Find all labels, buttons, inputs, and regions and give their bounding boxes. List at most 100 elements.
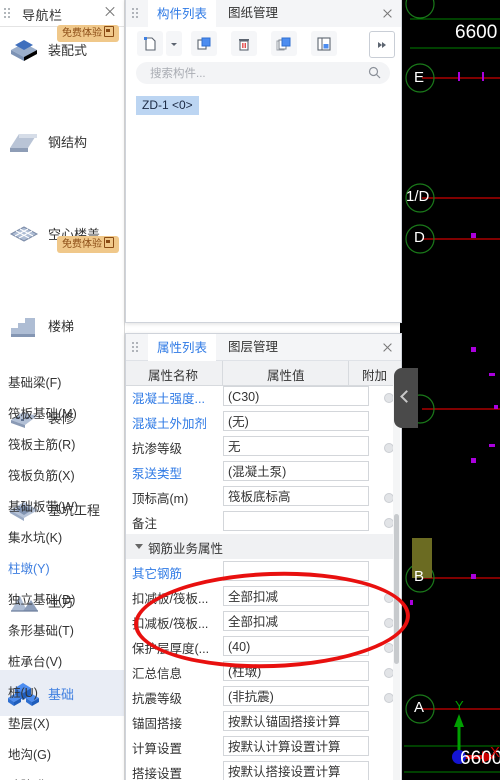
table-row[interactable]: 抗渗等级 无 bbox=[126, 434, 399, 459]
close-icon[interactable] bbox=[381, 341, 394, 354]
close-icon[interactable] bbox=[103, 5, 117, 19]
navigation-groups: 装配式 钢结构 空心楼盖 楼梯 装修 基坑工程 土方 基础 bbox=[0, 26, 124, 716]
property-value[interactable]: 全部扣减 bbox=[223, 586, 369, 606]
nav-item-brick-formwork[interactable]: 砖胎膜 bbox=[0, 771, 124, 780]
property-value[interactable]: 无 bbox=[223, 436, 369, 456]
nav-item-trench[interactable]: 地沟(G) bbox=[0, 740, 124, 771]
table-row[interactable]: 汇总信息 (柱墩) bbox=[126, 659, 399, 684]
nav-item-isolated-foundation[interactable]: 独立基础(D) bbox=[0, 585, 124, 616]
column-divider bbox=[222, 361, 223, 385]
tab-component-list[interactable]: 构件列表 bbox=[148, 0, 217, 28]
nav-item-column-pier[interactable]: 柱墩(Y) bbox=[0, 554, 124, 585]
table-row[interactable]: 混凝土强度... (C30) bbox=[126, 384, 399, 409]
tab-property-list[interactable]: 属性列表 bbox=[148, 334, 217, 362]
free-trial-badge-foundation-pit[interactable]: 免费体验 bbox=[57, 236, 119, 253]
free-trial-badge-assembly[interactable]: 免费体验 bbox=[57, 25, 119, 42]
property-value[interactable] bbox=[223, 511, 369, 531]
property-scrollbar[interactable] bbox=[393, 384, 400, 780]
table-row[interactable]: 泵送类型 (混凝土泵) bbox=[126, 459, 399, 484]
property-panel: 属性列表 图层管理 属性名称 属性值 附加 混凝土强度... (C30) 混凝土… bbox=[125, 333, 402, 780]
property-name[interactable]: 泵送类型 bbox=[132, 463, 182, 482]
new-component-button[interactable] bbox=[137, 31, 163, 56]
property-value[interactable]: (C30) bbox=[223, 386, 369, 406]
nav-group-label: 楼梯 bbox=[48, 318, 75, 334]
property-value[interactable]: 筏板底标高 bbox=[223, 486, 369, 506]
nav-item-cushion[interactable]: 垫层(X) bbox=[0, 709, 124, 740]
navigation-header: 导航栏 bbox=[0, 0, 124, 27]
drag-grip-icon bbox=[132, 8, 140, 19]
property-value[interactable]: 按默认计算设置计算 bbox=[223, 736, 369, 756]
ucs-y-label: Y bbox=[455, 698, 464, 713]
nav-item-foundation-beam[interactable]: 基础梁(F) bbox=[0, 368, 124, 399]
property-value[interactable]: 全部扣减 bbox=[223, 611, 369, 631]
table-row[interactable]: 顶标高(m) 筏板底标高 bbox=[126, 484, 399, 509]
save-image-icon bbox=[317, 36, 331, 51]
property-value[interactable]: (混凝土泵) bbox=[223, 461, 369, 481]
nav-group-label: 装配式 bbox=[48, 42, 88, 58]
nav-item-raft-foundation[interactable]: 筏板基础(M) bbox=[0, 399, 124, 430]
table-row[interactable]: 抗震等级 (非抗震) bbox=[126, 684, 399, 709]
property-value[interactable]: (40) bbox=[223, 636, 369, 656]
nav-group-stairs[interactable]: 楼梯 bbox=[0, 302, 124, 348]
table-row[interactable]: 混凝土外加剂 (无) bbox=[126, 409, 399, 434]
application-window: 6600 6600 E 1/D D B A X Y 导航栏 装配式 钢结构 空心… bbox=[0, 0, 500, 780]
table-row[interactable]: 锚固搭接 按默认锚固搭接计算 bbox=[126, 709, 399, 734]
table-row[interactable]: 搭接设置 按默认搭接设置计算 bbox=[126, 759, 399, 780]
tab-layer-management[interactable]: 图层管理 bbox=[219, 334, 287, 361]
ucs-x-label: X bbox=[490, 744, 500, 761]
property-value[interactable]: 按默认搭接设置计算 bbox=[223, 761, 369, 780]
table-row[interactable]: 备注 bbox=[126, 509, 399, 534]
component-search-box[interactable] bbox=[136, 62, 390, 86]
nav-group-steel-structure[interactable]: 钢结构 bbox=[0, 118, 124, 164]
caret-down-icon[interactable] bbox=[135, 544, 143, 549]
property-group-header[interactable]: 钢筋业务属性 bbox=[126, 534, 399, 559]
property-name[interactable]: 其它钢筋 bbox=[132, 563, 182, 582]
property-name: 顶标高(m) bbox=[132, 492, 189, 506]
delete-button[interactable] bbox=[231, 31, 257, 56]
new-component-dropdown[interactable] bbox=[166, 31, 182, 56]
table-row[interactable]: 计算设置 按默认计算设置计算 bbox=[126, 734, 399, 759]
property-value[interactable] bbox=[223, 561, 369, 581]
nav-item-pile[interactable]: 桩(U) bbox=[0, 678, 124, 709]
axis-bubble-B: B bbox=[414, 568, 425, 585]
property-name[interactable]: 混凝土外加剂 bbox=[132, 413, 207, 432]
badge-label: 免费体验 bbox=[62, 239, 102, 250]
property-value[interactable]: (无) bbox=[223, 411, 369, 431]
column-divider bbox=[348, 361, 349, 385]
property-name: 备注 bbox=[132, 517, 158, 531]
property-panel-tabs: 属性列表 图层管理 bbox=[126, 334, 401, 362]
nav-item-raft-main-rebar[interactable]: 筏板主筋(R) bbox=[0, 430, 124, 461]
chevron-down-icon bbox=[171, 42, 177, 46]
nav-item-strip-foundation[interactable]: 条形基础(T) bbox=[0, 616, 124, 647]
assembly-icon bbox=[7, 36, 41, 64]
close-icon[interactable] bbox=[381, 7, 394, 20]
panel-expand-handle[interactable] bbox=[394, 368, 418, 428]
property-name[interactable]: 混凝土强度... bbox=[132, 388, 205, 407]
nav-item-foundation-slab-band[interactable]: 基础板带(W) bbox=[0, 492, 124, 523]
property-value[interactable]: (非抗震) bbox=[223, 686, 369, 706]
navigation-item-list: 基础梁(F) 筏板基础(M) 筏板主筋(R) 筏板负筋(X) 基础板带(W) 集… bbox=[0, 368, 124, 780]
hollow-floor-icon bbox=[7, 220, 41, 248]
property-value[interactable]: 按默认锚固搭接计算 bbox=[223, 711, 369, 731]
table-row[interactable]: 扣减板/筏板... 全部扣减 bbox=[126, 609, 399, 634]
table-row[interactable]: 扣减板/筏板... 全部扣减 bbox=[126, 584, 399, 609]
group-label: 钢筋业务属性 bbox=[148, 542, 224, 556]
nav-item-pile-cap[interactable]: 桩承台(V) bbox=[0, 647, 124, 678]
axis-bubble-E: E bbox=[414, 69, 425, 86]
component-item-zd-1[interactable]: ZD-1 <0> bbox=[136, 96, 199, 115]
stairs-icon bbox=[7, 312, 41, 340]
save-component-button[interactable] bbox=[311, 31, 337, 56]
table-row[interactable]: 其它钢筋 bbox=[126, 559, 399, 584]
layer-copy-button[interactable] bbox=[271, 31, 297, 56]
nav-item-raft-negative-rebar[interactable]: 筏板负筋(X) bbox=[0, 461, 124, 492]
collapse-button[interactable] bbox=[369, 31, 395, 58]
copy-button[interactable] bbox=[191, 31, 217, 56]
nav-item-sump[interactable]: 集水坑(K) bbox=[0, 523, 124, 554]
property-name: 汇总信息 bbox=[132, 667, 183, 681]
search-input[interactable] bbox=[148, 62, 357, 86]
badge-label: 免费体验 bbox=[62, 28, 102, 39]
tab-drawing-management[interactable]: 图纸管理 bbox=[219, 0, 287, 27]
table-row[interactable]: 保护层厚度(... (40) bbox=[126, 634, 399, 659]
scrollbar-thumb[interactable] bbox=[394, 514, 399, 664]
property-value[interactable]: (柱墩) bbox=[223, 661, 369, 681]
